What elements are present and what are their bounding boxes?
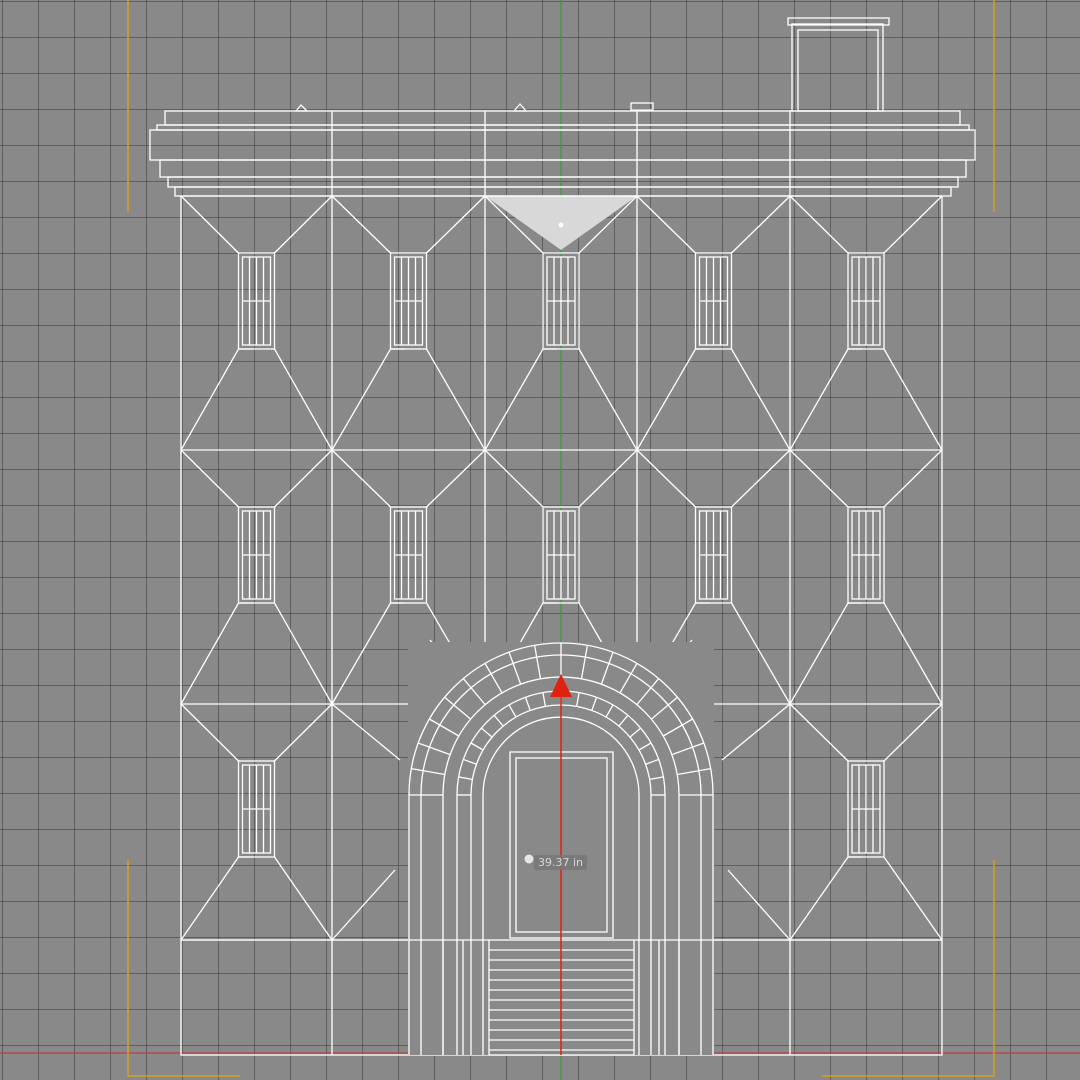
panel-diagonal bbox=[180, 856, 240, 941]
panel-diagonal bbox=[789, 449, 849, 508]
panel-diagonal bbox=[180, 449, 239, 508]
panel-diagonal bbox=[180, 602, 240, 705]
cornice-base bbox=[174, 186, 952, 197]
panel-diagonal bbox=[883, 449, 943, 508]
panel-diagonal bbox=[331, 703, 401, 761]
panel-diagonal bbox=[331, 449, 391, 508]
panel-diagonal bbox=[484, 348, 544, 451]
cornice-mid bbox=[159, 159, 967, 178]
chimney-inner bbox=[797, 29, 879, 112]
panel-diagonal bbox=[180, 703, 239, 762]
panel-diagonal bbox=[273, 856, 333, 941]
panel-diagonal bbox=[789, 195, 849, 254]
panel-diagonal bbox=[789, 703, 849, 762]
panel-diagonal bbox=[789, 602, 849, 705]
panel-diagonal bbox=[180, 195, 239, 254]
panel-diagonal bbox=[636, 348, 697, 451]
panel-diagonal bbox=[883, 602, 943, 705]
panel-diagonal bbox=[578, 348, 638, 451]
panel-diagonal bbox=[883, 348, 943, 451]
panel-diagonal bbox=[331, 602, 392, 705]
panel-diagonal bbox=[274, 703, 333, 762]
panel-diagonal bbox=[731, 195, 791, 254]
panel-diagonal bbox=[273, 602, 333, 705]
panel-diagonal bbox=[180, 348, 240, 451]
panel-diagonal bbox=[273, 348, 333, 451]
gizmo-pivot-icon[interactable] bbox=[524, 854, 534, 864]
panel-diagonal bbox=[426, 449, 486, 508]
building-wireframe[interactable] bbox=[149, 17, 976, 1056]
cornice-lower bbox=[167, 176, 959, 188]
panel-diagonal bbox=[727, 869, 791, 941]
panel-diagonal bbox=[789, 348, 849, 451]
panel-diagonal bbox=[730, 348, 791, 451]
panel-diagonal bbox=[883, 856, 943, 941]
panel-diagonal bbox=[636, 195, 696, 254]
panel-diagonal bbox=[274, 195, 333, 254]
panel-diagonal bbox=[789, 856, 849, 941]
cornice-band bbox=[149, 129, 976, 161]
cornice-lip bbox=[156, 124, 970, 131]
panel-diagonal bbox=[274, 449, 333, 508]
chimney bbox=[791, 23, 884, 112]
panel-diagonal bbox=[484, 449, 544, 508]
panel-diagonal bbox=[731, 449, 791, 508]
roof-slab bbox=[164, 110, 961, 126]
panel-diagonal bbox=[425, 348, 486, 451]
panel-diagonal bbox=[331, 869, 396, 941]
panel-diagonal bbox=[331, 195, 391, 254]
panel-diagonal bbox=[426, 195, 486, 254]
roof-cap bbox=[512, 103, 528, 112]
panel-diagonal bbox=[331, 348, 392, 451]
viewport-canvas[interactable]: 39.37 in bbox=[0, 0, 1080, 1080]
panel-diagonal bbox=[636, 449, 696, 508]
panel-diagonal bbox=[883, 703, 943, 762]
roof-cap bbox=[294, 104, 309, 112]
panel-diagonal bbox=[721, 703, 791, 761]
panel-diagonal bbox=[578, 449, 638, 508]
wireframe-scene[interactable] bbox=[0, 0, 1080, 1080]
panel-diagonal bbox=[730, 602, 791, 705]
roof-vent bbox=[630, 102, 654, 111]
dimension-label: 39.37 in bbox=[534, 855, 588, 870]
panel-diagonal bbox=[883, 195, 943, 254]
selected-face-center bbox=[558, 222, 564, 228]
